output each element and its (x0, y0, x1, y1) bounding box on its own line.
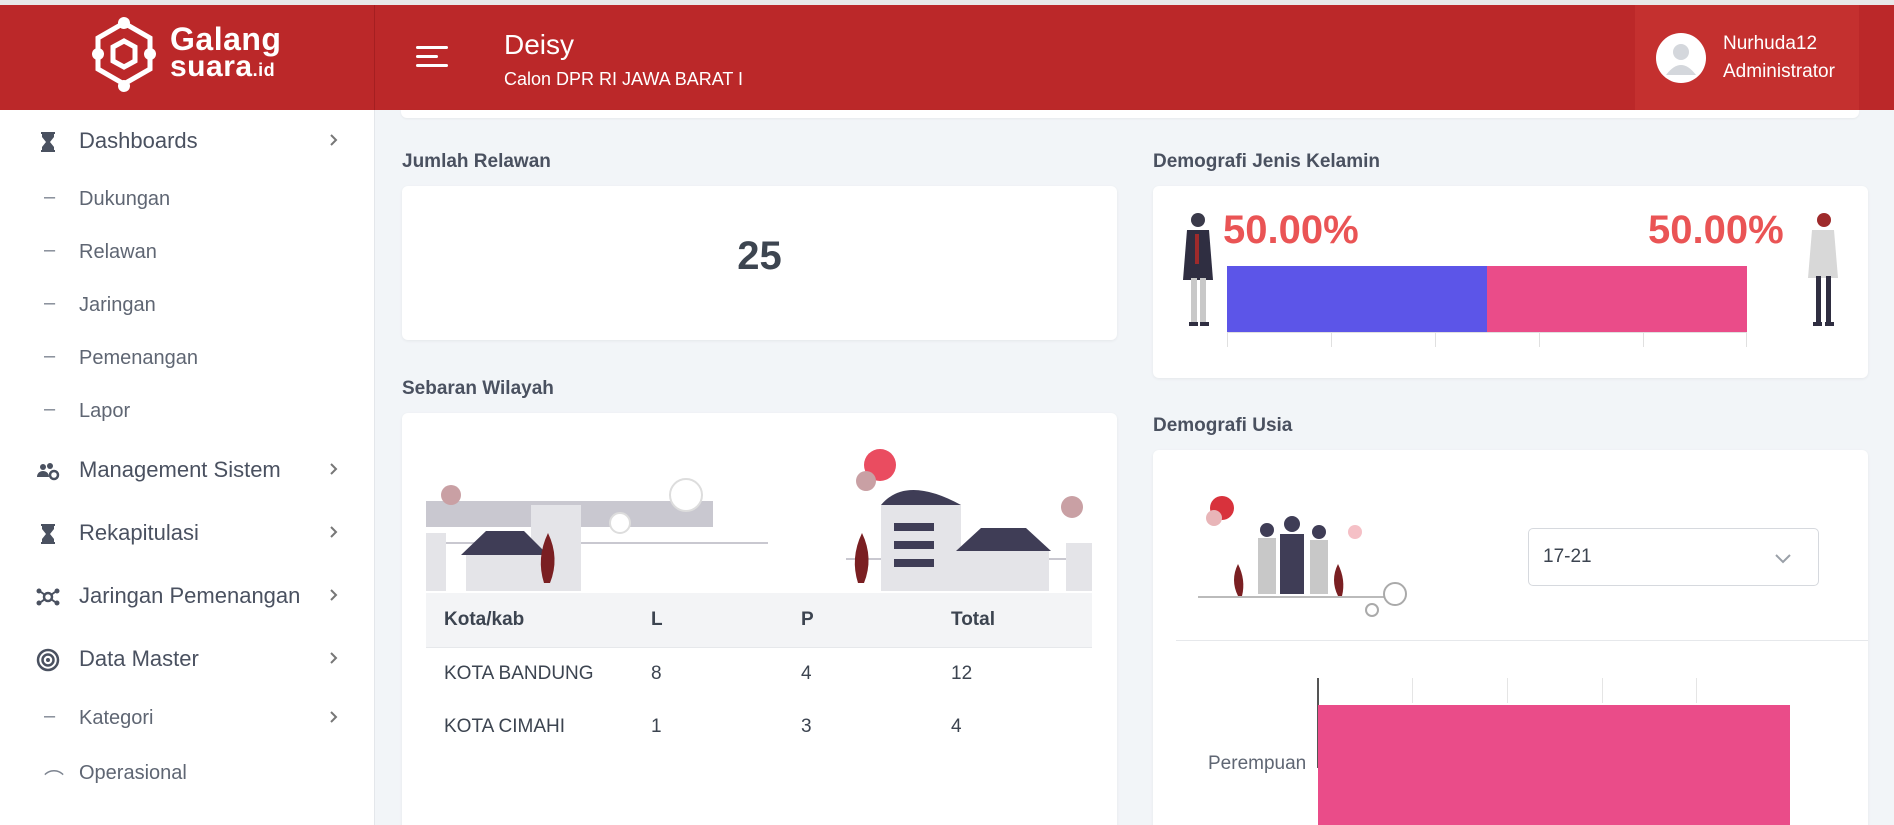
sidebar-item-label: Jaringan (79, 294, 156, 316)
gender-title: Demografi Jenis Kelamin (1153, 151, 1381, 172)
sidebar-item-management-sistem[interactable]: Management Sistem (0, 447, 374, 491)
usia-title: Demografi Usia (1153, 415, 1293, 436)
table-cell: 4 (951, 715, 962, 737)
sidebar-item-jaringan-pemenangan[interactable]: Jaringan Pemenangan (0, 573, 374, 617)
table-cell: KOTA CIMAHI (444, 715, 566, 737)
female-percentage: 50.00% (1648, 208, 1784, 252)
sidebar-item-label: Relawan (79, 241, 157, 263)
usia-card: 17-21 Perempuan (1153, 450, 1868, 825)
users-gear-icon (37, 463, 60, 481)
menu-toggle-icon[interactable] (416, 46, 450, 72)
table-cell: 3 (801, 715, 812, 737)
table-header-row: Kota/kab L P Total (426, 593, 1092, 648)
female-figure-icon (1808, 213, 1838, 326)
gender-bar (1227, 266, 1747, 332)
sidebar-item-label: Data Master (79, 646, 199, 671)
wilayah-title: Sebaran Wilayah (402, 378, 554, 399)
top-header: Galang suara.id Deisy Calon DPR RI JAWA … (0, 5, 1894, 110)
age-range-value: 17-21 (1543, 546, 1592, 567)
age-bar-perempuan (1318, 705, 1790, 825)
sidebar-item-label: Management Sistem (79, 457, 281, 482)
chevron-right-icon (330, 711, 338, 723)
chevron-right-icon (330, 463, 338, 475)
male-percentage: 50.00% (1223, 208, 1359, 252)
sidebar-item-label: Jaringan Pemenangan (79, 583, 301, 608)
chevron-right-icon (330, 134, 338, 146)
column-header: Kota/kab (426, 593, 633, 648)
sidebar: Dashboards – Dukungan – Relawan – Jaring… (0, 110, 375, 825)
column-header: P (783, 593, 933, 648)
grid-line (1696, 678, 1697, 703)
table-cell: 8 (651, 662, 662, 684)
grid-line (1412, 678, 1413, 703)
user-role: Administrator (1723, 61, 1835, 82)
sidebar-item-label: Operasional (79, 762, 187, 784)
table-cell: 12 (951, 662, 973, 684)
content-top-strip (401, 110, 1859, 118)
table-row: KOTA CIMAHI 1 3 4 (426, 700, 1092, 753)
relawan-card: 25 (402, 186, 1117, 340)
sidebar-item-label: Dashboards (79, 128, 198, 153)
logo-suffix: .id (252, 60, 276, 80)
city-illustration (426, 449, 1092, 591)
male-figure-icon (1183, 213, 1213, 326)
sidebar-item-label: Kategori (79, 707, 154, 729)
wilayah-card: Kota/kab L P Total KOTA BANDUNG 8 4 12 K… (402, 413, 1117, 825)
sidebar-item-relawan[interactable]: – Relawan (0, 229, 374, 273)
sidebar-item-lapor[interactable]: – Lapor (0, 388, 374, 432)
grid-line (1507, 678, 1508, 703)
target-icon (36, 648, 60, 672)
logo-text-line1: Galang (170, 21, 282, 57)
sidebar-item-label: Pemenangan (79, 347, 198, 369)
gender-axis (1227, 332, 1747, 348)
table-cell: 1 (651, 715, 662, 737)
chevron-right-icon (330, 526, 338, 538)
divider (1176, 640, 1868, 641)
network-icon (36, 588, 60, 606)
sidebar-item-operasional[interactable]: ⌒ Operasional (0, 750, 374, 794)
candidate-name: Deisy (504, 29, 575, 60)
male-bar-segment (1227, 266, 1487, 332)
sidebar-item-dashboards[interactable]: Dashboards (0, 118, 374, 162)
table-cell: 4 (801, 662, 812, 684)
chevron-right-icon (330, 589, 338, 601)
female-bar-segment (1487, 266, 1747, 332)
sidebar-item-pemenangan[interactable]: – Pemenangan (0, 335, 374, 379)
column-header: L (633, 593, 783, 648)
age-bar-label: Perempuan (1208, 753, 1307, 774)
sidebar-item-kategori[interactable]: – Kategori (0, 695, 374, 739)
hourglass-icon (41, 132, 55, 152)
column-header: Total (933, 593, 1092, 648)
chevron-down-icon (1775, 554, 1791, 564)
relawan-count: 25 (737, 234, 782, 278)
user-menu[interactable]: Nurhuda12 Administrator (1635, 5, 1859, 110)
table-row: KOTA BANDUNG 8 4 12 (426, 647, 1092, 700)
sidebar-item-label: Rekapitulasi (79, 520, 199, 545)
candidate-description: Calon DPR RI JAWA BARAT I (504, 69, 744, 89)
logo[interactable]: Galang suara.id (0, 5, 375, 110)
sidebar-item-data-master[interactable]: Data Master (0, 636, 374, 680)
people-illustration (1198, 496, 1407, 617)
chevron-right-icon (330, 652, 338, 664)
grid-line (1602, 678, 1603, 703)
hourglass-icon (41, 524, 55, 544)
sidebar-item-label: Lapor (79, 400, 131, 422)
sidebar-item-label: Dukungan (79, 188, 171, 210)
sidebar-item-dukungan[interactable]: – Dukungan (0, 176, 374, 220)
logo-text-line2: suara (170, 50, 253, 83)
user-name: Nurhuda12 (1723, 33, 1818, 54)
table-cell: KOTA BANDUNG (444, 662, 594, 684)
wilayah-table: Kota/kab L P Total KOTA BANDUNG 8 4 12 K… (426, 593, 1092, 753)
avatar-icon (1656, 33, 1706, 83)
sidebar-item-jaringan[interactable]: – Jaringan (0, 282, 374, 326)
sidebar-item-rekapitulasi[interactable]: Rekapitulasi (0, 510, 374, 554)
relawan-title: Jumlah Relawan (402, 151, 551, 172)
logo-icon (92, 17, 156, 92)
gender-card: 50.00% 50.00% (1153, 186, 1868, 378)
age-range-select[interactable]: 17-21 (1528, 528, 1819, 586)
